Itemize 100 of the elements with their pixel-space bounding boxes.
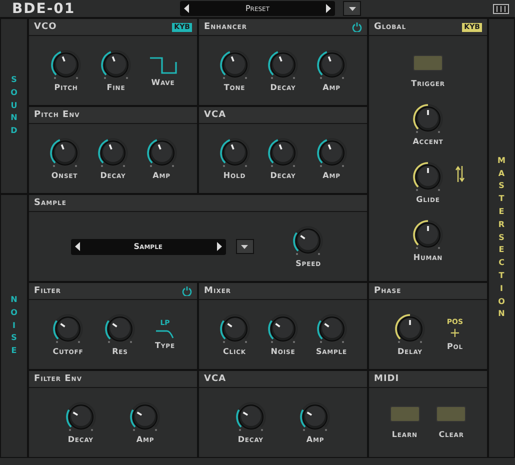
- knob-label: Delay: [397, 347, 422, 356]
- knob[interactable]: [314, 137, 348, 169]
- pad-label: Clear: [438, 430, 464, 439]
- section-title: Sample: [34, 198, 68, 208]
- square-wave-icon[interactable]: [149, 54, 177, 76]
- knob[interactable]: [128, 401, 162, 433]
- knob-pointer[interactable]: [327, 56, 331, 62]
- knob[interactable]: [298, 401, 332, 433]
- polarity-sign[interactable]: +: [450, 328, 460, 340]
- knob[interactable]: [144, 137, 178, 169]
- preset-selector[interactable]: Preset: [180, 1, 335, 16]
- knob-label: Sample: [316, 347, 348, 356]
- caret-icon: [241, 244, 248, 248]
- knob-pointer[interactable]: [300, 234, 306, 240]
- knob[interactable]: [314, 313, 348, 345]
- knob[interactable]: [411, 161, 445, 193]
- knob[interactable]: [266, 137, 300, 169]
- section-title: VCA: [204, 110, 228, 120]
- knob-arc: [220, 320, 226, 340]
- knob-pointer[interactable]: [324, 322, 329, 328]
- left-arrow-icon[interactable]: [184, 4, 189, 13]
- knob[interactable]: [99, 49, 133, 81]
- lowpass-curve-icon[interactable]: [155, 329, 175, 339]
- knob-pointer[interactable]: [230, 144, 234, 150]
- right-arrow-icon[interactable]: [326, 4, 331, 13]
- knob[interactable]: [218, 49, 252, 81]
- knob-pointer[interactable]: [307, 412, 312, 416]
- pad-label: Learn: [392, 430, 418, 439]
- knob[interactable]: [51, 313, 85, 345]
- knob-pointer[interactable]: [60, 144, 64, 150]
- knob-pointer[interactable]: [278, 144, 282, 150]
- knob-pointer[interactable]: [108, 144, 112, 150]
- knob-arc: [316, 51, 327, 76]
- knob[interactable]: [218, 137, 252, 169]
- left-arrow-icon[interactable]: [74, 242, 80, 251]
- knob[interactable]: [411, 103, 445, 135]
- knob-pointer[interactable]: [72, 412, 78, 416]
- knob[interactable]: [49, 49, 83, 81]
- knob-label: Decay: [270, 171, 296, 180]
- knob-label: Hold: [223, 171, 246, 180]
- knob-label: Accent: [412, 137, 444, 146]
- knob-label: Human: [413, 253, 443, 262]
- knob-label: Amp: [136, 435, 154, 444]
- knob-arc: [268, 139, 278, 164]
- knob[interactable]: [234, 401, 268, 433]
- knob-arc: [130, 409, 136, 428]
- knob[interactable]: [64, 401, 98, 433]
- knob-arc: [268, 320, 274, 340]
- up-down-arrows-icon[interactable]: [455, 165, 465, 183]
- knob-pointer[interactable]: [226, 322, 232, 328]
- knob-label: Amp: [322, 83, 340, 92]
- knob-pointer[interactable]: [137, 412, 142, 416]
- caret-icon: [348, 6, 356, 10]
- knob-label: Glide: [416, 195, 440, 204]
- knob-pointer[interactable]: [278, 56, 282, 62]
- section-title: VCO: [34, 22, 58, 32]
- knob[interactable]: [218, 313, 252, 345]
- knob[interactable]: [266, 49, 300, 81]
- knob[interactable]: [314, 49, 348, 81]
- knob-label: Decay: [238, 435, 264, 444]
- knob-pointer[interactable]: [112, 56, 116, 62]
- knob-label: Decay: [68, 435, 94, 444]
- section-title: Global: [374, 22, 408, 32]
- knob-label: Amp: [152, 171, 170, 180]
- knob-pointer[interactable]: [62, 56, 66, 62]
- dropdown-button[interactable]: [236, 239, 254, 254]
- knob-pointer[interactable]: [242, 412, 248, 416]
- knob-pointer[interactable]: [112, 322, 118, 328]
- dropdown-button[interactable]: [343, 1, 361, 16]
- right-arrow-icon[interactable]: [216, 242, 222, 251]
- knob-arc: [105, 320, 111, 340]
- knob[interactable]: [291, 225, 326, 257]
- knob-pointer[interactable]: [230, 56, 234, 62]
- sample-selector[interactable]: Sample: [70, 238, 226, 254]
- knob[interactable]: [48, 137, 82, 169]
- knob[interactable]: [266, 313, 300, 345]
- side-label: SOUND: [10, 74, 18, 138]
- knob-arc: [220, 51, 230, 76]
- side-label: NOISE: [10, 294, 18, 358]
- section-title: VCA: [204, 374, 228, 384]
- knob[interactable]: [411, 219, 445, 251]
- section-title: Filter Env: [34, 374, 83, 384]
- knob-arc: [413, 162, 428, 188]
- knob-label: Pitch: [54, 83, 78, 92]
- side-label: MASTER SECTION: [498, 154, 506, 320]
- knob-label: Fine: [106, 83, 126, 92]
- knob-label: Amp: [322, 171, 340, 180]
- mixer-bars-icon[interactable]: [493, 4, 509, 14]
- knob-arc: [146, 139, 157, 164]
- wave-label: Wave: [151, 78, 175, 87]
- knob-pointer[interactable]: [60, 322, 66, 328]
- knob-pointer[interactable]: [157, 144, 161, 150]
- power-icon[interactable]: [182, 286, 192, 296]
- knob[interactable]: [392, 313, 427, 345]
- knob-pointer[interactable]: [275, 322, 280, 328]
- power-icon[interactable]: [352, 22, 362, 32]
- knob-pointer[interactable]: [327, 144, 331, 150]
- knob-label: Onset: [51, 171, 78, 180]
- knob[interactable]: [103, 313, 137, 345]
- knob[interactable]: [96, 137, 130, 169]
